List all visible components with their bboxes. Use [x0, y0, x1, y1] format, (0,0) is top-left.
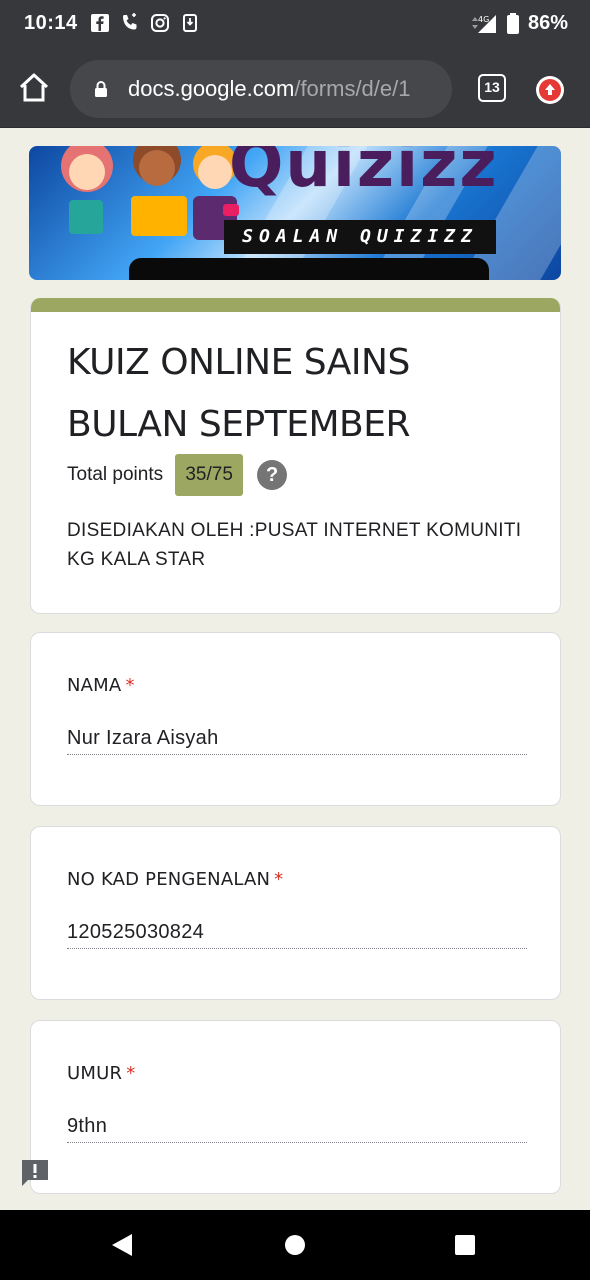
update-icon	[539, 79, 561, 101]
answer-field: Nur Izara Aisyah	[67, 727, 527, 755]
banner-bottom-shape	[129, 258, 489, 280]
call-icon	[123, 13, 137, 30]
form-description: DISEDIAKAN OLEH :PUSAT INTERNET KOMUNITI…	[67, 520, 522, 570]
question-label: UMUR *	[67, 1063, 135, 1084]
status-bar: 10:14 4G 86%	[0, 0, 590, 50]
status-time: 10:14	[24, 12, 78, 34]
notification-icons	[90, 13, 200, 33]
update-chrome-button[interactable]	[536, 76, 564, 104]
required-asterisk: *	[126, 1063, 136, 1084]
address-bar[interactable]: docs.google.com/forms/d/e/1	[70, 60, 452, 118]
download-icon	[183, 14, 197, 32]
question-card-nama: NAMA * Nur Izara Aisyah	[30, 632, 561, 806]
form-header-image: Quizizz SOALAN QUIZIZZ	[29, 146, 561, 280]
facebook-icon	[91, 14, 109, 32]
tab-switcher-button[interactable]: 13	[478, 74, 506, 102]
report-feedback-icon[interactable]	[20, 1158, 50, 1188]
status-right: 4G 86%	[470, 12, 568, 35]
question-title: UMUR	[67, 1063, 123, 1084]
answer-field: 120525030824	[67, 921, 527, 949]
browser-toolbar: docs.google.com/forms/d/e/1 13	[0, 50, 590, 128]
total-points-row: Total points 35/75 ?	[67, 454, 288, 496]
url-domain: docs.google.com	[128, 76, 295, 101]
android-navigation-bar	[0, 1210, 590, 1280]
total-points-label: Total points	[67, 464, 164, 485]
question-title: NAMA	[67, 675, 122, 696]
battery-percent: 86%	[527, 12, 568, 34]
question-card-no-kad-pengenalan: NO KAD PENGENALAN * 120525030824	[30, 826, 561, 1000]
required-asterisk: *	[274, 869, 284, 890]
form-header-card: KUIZ ONLINE SAINS BULAN SEPTEMBER Total …	[30, 298, 561, 614]
banner-caption: SOALAN QUIZIZZ	[224, 220, 496, 254]
question-title: NO KAD PENGENALAN	[67, 869, 271, 890]
answer-field: 9thn	[67, 1115, 527, 1143]
lock-icon	[95, 81, 107, 97]
instagram-icon	[151, 14, 169, 32]
form-title: KUIZ ONLINE SAINS BULAN SEPTEMBER	[67, 342, 411, 445]
home-circle-icon[interactable]	[285, 1235, 305, 1255]
signal-icon: 4G	[471, 14, 496, 33]
help-icon[interactable]: ?	[257, 460, 288, 490]
question-label: NAMA *	[67, 675, 135, 696]
header-accent-bar	[31, 298, 560, 312]
network-type: 4G	[478, 15, 489, 24]
required-asterisk: *	[125, 675, 135, 696]
battery-icon	[506, 12, 519, 34]
score-badge: 35/75	[175, 454, 244, 496]
home-icon[interactable]	[16, 70, 52, 106]
url-text: docs.google.com/forms/d/e/1	[128, 76, 410, 102]
back-icon[interactable]	[112, 1234, 132, 1256]
quizizz-logo: Quizizz	[229, 146, 499, 202]
recent-apps-icon[interactable]	[455, 1235, 475, 1255]
url-path: /forms/d/e/1	[294, 76, 411, 101]
question-card-umur: UMUR * 9thn	[30, 1020, 561, 1194]
question-label: NO KAD PENGENALAN *	[67, 869, 283, 890]
